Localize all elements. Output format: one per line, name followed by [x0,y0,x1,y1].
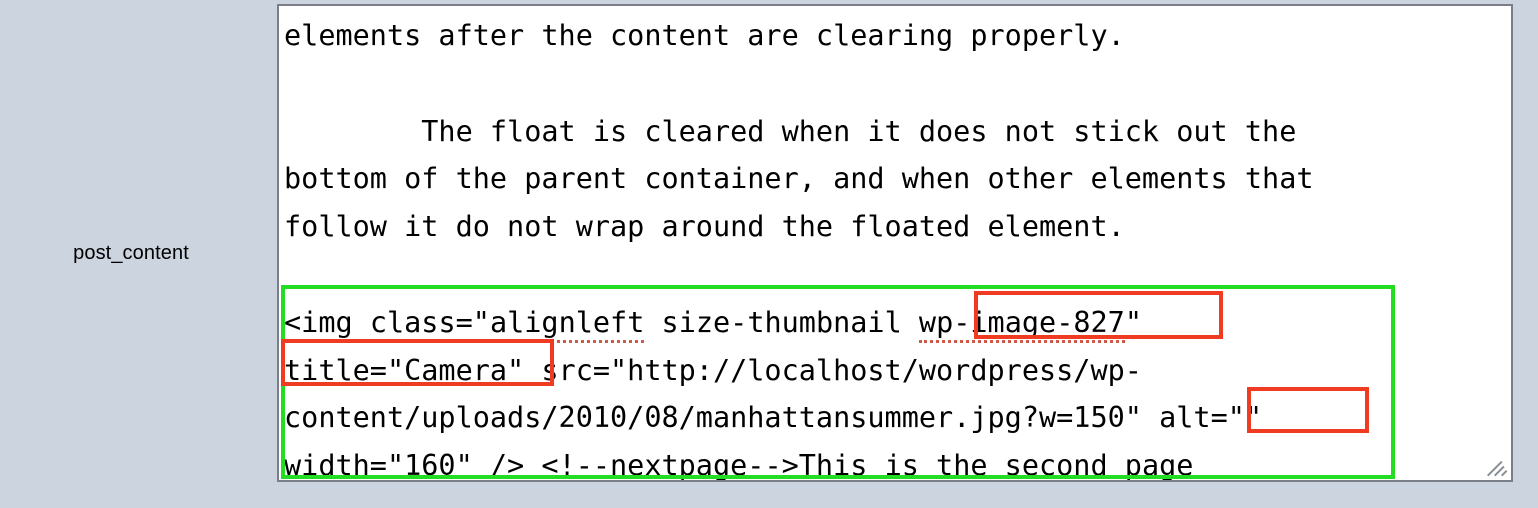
code-class-alignleft: alignleft [489,305,645,343]
text-line-4: bottom of the parent container, and when… [284,162,1314,196]
code-line-3: content/uploads/2010/08/manhattansummer.… [284,394,1507,442]
code-class-size-thumbnail: size-thumbnail [644,305,919,339]
code-line-2: title="Camera" src="http://localhost/wor… [284,347,1507,395]
code-tag-img: img [301,305,353,343]
post-content-textarea[interactable]: elements after the content are clearing … [277,4,1513,482]
code-width-attribute: width="160" /> <!-- [284,449,611,482]
textarea-resize-handle[interactable] [1486,455,1508,477]
code-class-wp-image-827: wp-image-827 [918,305,1125,343]
code-nextpage-comment: nextpage [610,449,748,480]
code-open-bracket: < [284,305,302,339]
code-line-4: width="160" /> <!--nextpage-->This is th… [284,442,1507,482]
text-line-2 [284,60,1507,108]
textarea-content[interactable]: elements after the content are clearing … [279,6,1511,480]
code-title-attribute: title="Camera" [284,353,525,387]
field-label-post-content: post_content [73,242,189,264]
screen-root: post_content elements after the content … [0,0,1538,508]
code-src-attribute-part2: content/uploads/2010/08/manhattansummer.… [284,401,1160,435]
code-alt-attribute: alt="" [1159,401,1263,435]
code-src-attribute-part1: src="http://localhost/wordpress/wp- [524,353,1142,387]
code-line-1: <img class="alignleft size-thumbnail wp-… [284,299,1507,347]
text-line-3: The float is cleared when it does not st… [284,114,1297,148]
text-line-1: elements after the content are clearing … [284,19,1125,52]
code-second-page-text: -->This is the second page [747,449,1194,482]
code-quote-close: " [1124,305,1142,339]
text-line-6 [284,251,1507,299]
code-class-attr: class=" [352,305,490,339]
text-line-5: follow it do not wrap around the floated… [284,210,1125,244]
